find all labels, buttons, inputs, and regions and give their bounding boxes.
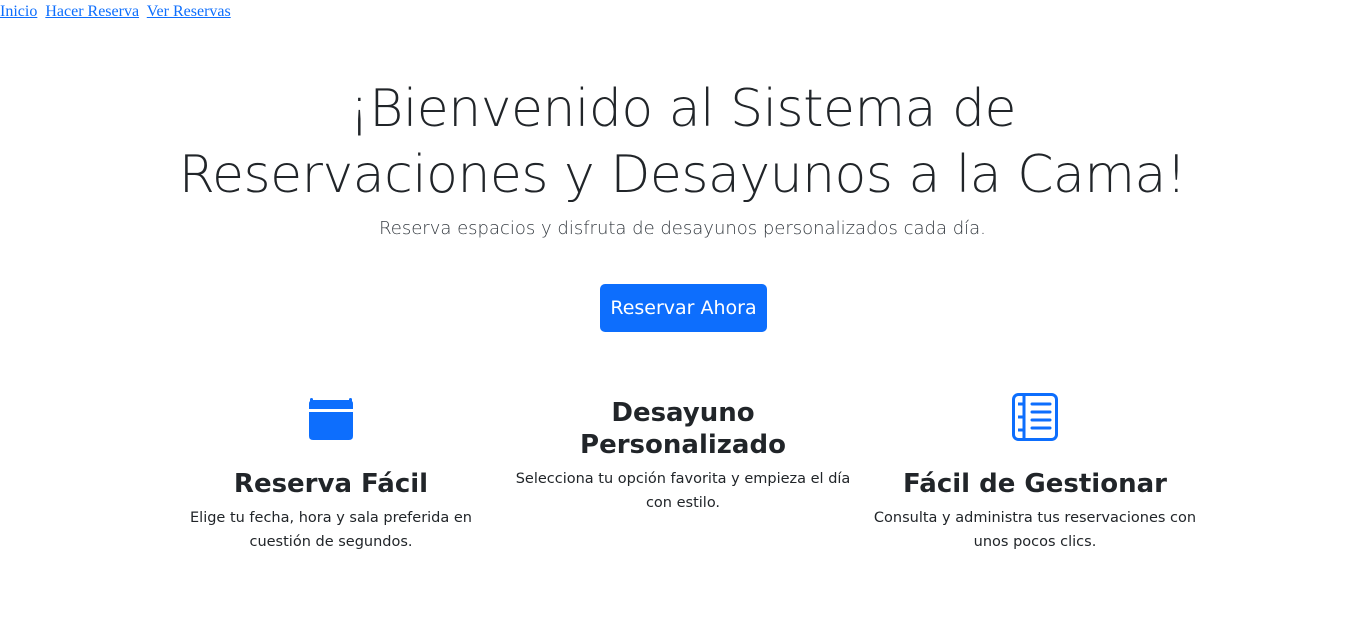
feature-title: Fácil de Gestionar bbox=[903, 469, 1167, 499]
feature-title: Reserva Fácil bbox=[233, 469, 429, 499]
nav-link-inicio[interactable]: Inicio bbox=[0, 3, 37, 20]
feature-description: Consulta y administra tus reservaciones … bbox=[873, 510, 1197, 550]
hero-section: ¡Bienvenido al Sistema de Reservaciones … bbox=[0, 76, 1365, 242]
feature-reserva-facil: Reserva Fácil Elige tu fecha, hora y sal… bbox=[188, 392, 474, 554]
nav-link-ver-reservas[interactable]: Ver Reservas bbox=[147, 3, 231, 20]
feature-title: Desayuno Personalizado bbox=[580, 398, 786, 460]
feature-facil-de-gestionar: Fácil de Gestionar Consulta y administra… bbox=[873, 392, 1197, 554]
page-title: ¡Bienvenido al Sistema de Reservaciones … bbox=[178, 79, 1187, 205]
feature-desayuno-personalizado: Desayuno Personalizado Selecciona tu opc… bbox=[512, 397, 854, 515]
journal-text-icon bbox=[873, 392, 1197, 442]
nav-link-hacer-reserva[interactable]: Hacer Reserva bbox=[45, 3, 139, 20]
calendar-icon bbox=[188, 392, 474, 442]
feature-description: Elige tu fecha, hora y sala preferida en… bbox=[190, 510, 472, 550]
reservar-ahora-button[interactable]: Reservar Ahora bbox=[600, 284, 767, 332]
top-nav: Inicio Hacer Reserva Ver Reservas bbox=[0, 3, 235, 21]
hero-subtitle: Reserva espacios y disfruta de desayunos… bbox=[379, 218, 986, 239]
feature-description: Selecciona tu opción favorita y empieza … bbox=[515, 471, 851, 511]
